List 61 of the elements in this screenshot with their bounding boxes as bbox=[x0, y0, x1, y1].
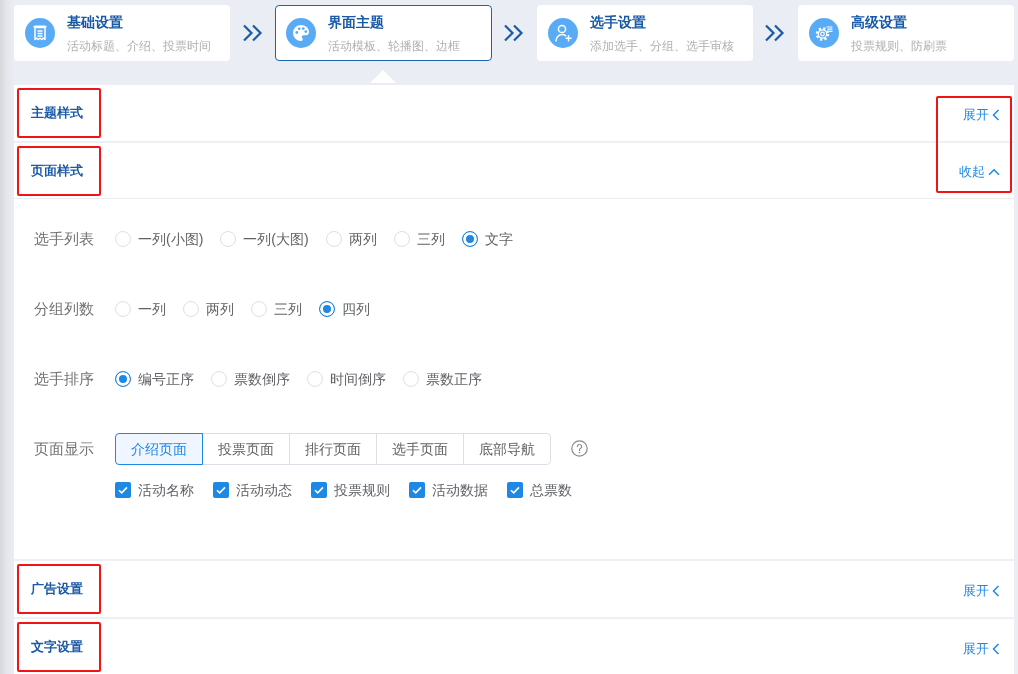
checkbox[interactable] bbox=[115, 482, 131, 498]
user-plus-icon bbox=[547, 18, 578, 48]
field-label: 选手列表 bbox=[34, 230, 95, 248]
option-label: 四列 bbox=[342, 300, 370, 318]
checkbox[interactable] bbox=[311, 482, 327, 498]
collapse-toggle[interactable]: 收起 bbox=[959, 164, 1000, 180]
help-icon[interactable] bbox=[571, 439, 588, 457]
expand-toggle[interactable]: 展开 bbox=[963, 640, 1000, 657]
option-label: 两列 bbox=[348, 230, 377, 248]
palette-icon bbox=[286, 18, 317, 48]
option-label: 两列 bbox=[206, 300, 234, 318]
step-subtitle: 添加选手、分组、选手审核 bbox=[589, 37, 734, 54]
double-chevron-icon bbox=[240, 23, 265, 43]
section-title: 页面样式 bbox=[31, 162, 83, 179]
step-card[interactable]: 选手设置 添加选手、分组、选手审核 bbox=[536, 5, 753, 61]
receipt-icon bbox=[25, 18, 55, 48]
field-label: 页面显示 bbox=[34, 440, 95, 458]
gear-icon bbox=[808, 18, 839, 48]
step-card[interactable]: 高级设置 投票规则、防刷票 bbox=[797, 5, 1014, 61]
section-title: 广告设置 bbox=[31, 581, 83, 597]
step-title: 选手设置 bbox=[589, 12, 647, 31]
expand-toggle[interactable]: 展开 bbox=[963, 106, 1000, 123]
checkbox[interactable] bbox=[409, 482, 425, 498]
step-title: 基础设置 bbox=[67, 12, 124, 31]
step-title: 高级设置 bbox=[850, 12, 908, 31]
step-card[interactable]: 基础设置 活动标题、介绍、投票时间 bbox=[14, 5, 231, 61]
field-label: 分组列数 bbox=[34, 300, 95, 318]
step-subtitle: 活动模板、轮播图、边框 bbox=[328, 37, 461, 54]
double-chevron-icon bbox=[502, 23, 526, 43]
checkbox[interactable] bbox=[507, 482, 523, 498]
section-title: 文字设置 bbox=[31, 639, 83, 655]
option-label: 编号正序 bbox=[138, 370, 194, 388]
field-label: 选手排序 bbox=[34, 370, 95, 388]
option-label: 三列 bbox=[274, 300, 302, 318]
checkbox[interactable] bbox=[213, 482, 229, 498]
radio-button[interactable] bbox=[115, 371, 131, 387]
page-tab[interactable]: 介绍页面 bbox=[115, 433, 203, 465]
option-label: 时间倒序 bbox=[330, 370, 386, 388]
section-title: 主题样式 bbox=[31, 105, 83, 121]
option-label: 一列(大图) bbox=[243, 230, 309, 248]
checkbox-label: 活动数据 bbox=[432, 481, 488, 499]
step-title: 界面主题 bbox=[328, 12, 386, 31]
option-label: 一列 bbox=[138, 300, 166, 318]
page-tab[interactable]: 底部导航 bbox=[463, 433, 551, 465]
page-tab[interactable]: 选手页面 bbox=[376, 433, 464, 465]
page-tab[interactable]: 投票页面 bbox=[202, 433, 290, 465]
option-label: 票数倒序 bbox=[234, 370, 290, 388]
step-subtitle: 投票规则、防刷票 bbox=[850, 37, 947, 54]
checkbox-label: 活动动态 bbox=[236, 481, 292, 499]
checkbox-label: 投票规则 bbox=[334, 481, 390, 499]
option-label: 票数正序 bbox=[426, 370, 482, 388]
radio-button[interactable] bbox=[319, 301, 335, 317]
option-label: 一列(小图) bbox=[138, 230, 204, 248]
radio-button[interactable] bbox=[461, 231, 478, 247]
checkbox-label: 总票数 bbox=[530, 481, 572, 499]
checkbox-label: 活动名称 bbox=[138, 481, 194, 499]
option-label: 文字 bbox=[484, 230, 513, 248]
step-subtitle: 活动标题、介绍、投票时间 bbox=[67, 37, 211, 54]
page-tab[interactable]: 排行页面 bbox=[289, 433, 377, 465]
option-label: 三列 bbox=[416, 230, 445, 248]
expand-toggle[interactable]: 展开 bbox=[963, 582, 1000, 599]
